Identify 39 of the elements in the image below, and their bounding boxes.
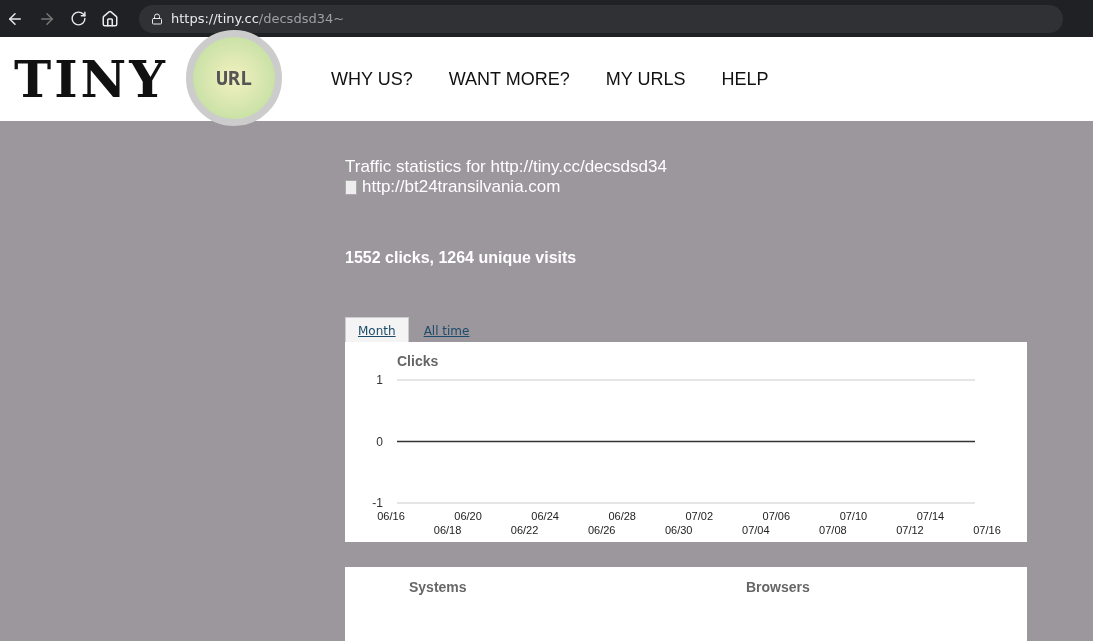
axis-label: 07/04 xyxy=(742,524,770,536)
nav-link[interactable]: WANT MORE? xyxy=(448,68,570,90)
logo-text: TINY xyxy=(14,49,168,109)
axis-label: 1 xyxy=(376,373,383,387)
reload-icon[interactable] xyxy=(70,10,87,27)
target-url: http://bt24transilvania.com xyxy=(362,177,561,197)
axis-label: 06/16 xyxy=(377,510,405,522)
axis-label: 07/14 xyxy=(916,510,945,522)
lock-icon xyxy=(151,12,163,25)
axis-label: 07/06 xyxy=(762,510,791,522)
address-bar[interactable]: https://tiny.cc/decsdsd34~ xyxy=(139,4,1063,33)
axis-label: 07/12 xyxy=(896,524,924,536)
nav-link[interactable]: HELP xyxy=(721,68,769,90)
click-summary: 1552 clicks, 1264 unique visits xyxy=(345,249,578,267)
home-icon[interactable] xyxy=(101,9,119,28)
axis-label: 06/30 xyxy=(664,524,693,536)
axis-label: 07/10 xyxy=(839,510,868,522)
axis-label: 07/08 xyxy=(819,524,847,536)
tab[interactable]: Month xyxy=(345,317,409,342)
panel-title: Systems xyxy=(409,579,468,597)
stats-title: Traffic statistics for http://tiny.cc/decsdsd34 xyxy=(345,157,668,177)
axis-label: 06/24 xyxy=(531,510,559,522)
axis-label: 06/18 xyxy=(433,524,462,536)
axis-label: 07/16 xyxy=(973,524,1001,536)
nav-link[interactable]: WHY US? xyxy=(331,68,413,90)
lens-text: URL xyxy=(215,66,253,90)
axis-label: 0 xyxy=(376,434,383,449)
axis-label: 07/02 xyxy=(685,510,714,522)
axis-label: 06/20 xyxy=(454,510,482,522)
chart-title: Clicks xyxy=(397,353,439,369)
axis-label: -1 xyxy=(372,496,383,510)
url-path: /decsdsd34~ xyxy=(258,11,345,26)
url-host: https://tiny.cc xyxy=(171,11,259,26)
axis-label: 06/28 xyxy=(608,510,636,522)
axis-label: 06/22 xyxy=(510,524,539,536)
axis-label: 06/26 xyxy=(587,524,616,536)
panel-title: Browsers xyxy=(746,579,811,597)
document-icon xyxy=(345,179,357,195)
nav-link[interactable]: MY URLS xyxy=(605,68,686,90)
